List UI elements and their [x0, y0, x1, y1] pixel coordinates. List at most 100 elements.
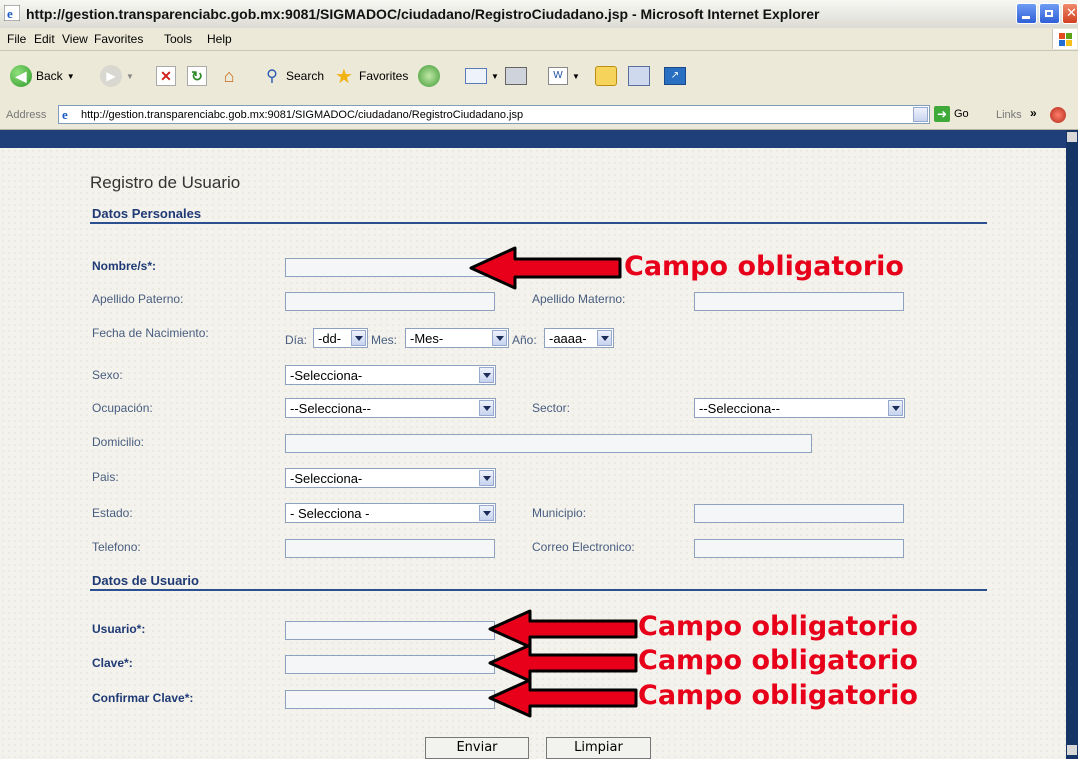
- menu-bar: File Edit View Favorites Tools Help: [0, 28, 1078, 51]
- nombre-input[interactable]: [285, 258, 495, 277]
- estado-label: Estado:: [92, 506, 133, 520]
- pais-select[interactable]: -Selecciona-: [285, 468, 496, 488]
- anio-select[interactable]: -aaaa-: [544, 328, 614, 348]
- telefono-label: Telefono:: [92, 540, 141, 554]
- research-button[interactable]: [628, 63, 650, 89]
- ocupacion-label: Ocupación:: [92, 401, 153, 415]
- dia-select[interactable]: -dd-: [313, 328, 368, 348]
- chevron-down-icon: [492, 330, 507, 346]
- domicilio-input[interactable]: [285, 434, 812, 453]
- menu-help[interactable]: Help: [207, 32, 232, 46]
- back-button[interactable]: ◀ Back ▼: [10, 63, 75, 89]
- domicilio-label: Domicilio:: [92, 435, 145, 449]
- forward-button[interactable]: ▶ ▼: [100, 63, 134, 89]
- red-arrow-icon: [488, 678, 638, 718]
- links-chevron-icon[interactable]: »: [1030, 106, 1037, 120]
- address-dropdown-icon[interactable]: [913, 107, 928, 122]
- messenger-button[interactable]: ↗: [664, 63, 686, 89]
- addon-icon[interactable]: [1050, 107, 1066, 123]
- refresh-icon: ↻: [187, 66, 207, 86]
- back-label: Back: [36, 69, 63, 83]
- mail-button[interactable]: ▼: [465, 63, 499, 89]
- sector-value: --Selecciona--: [699, 401, 780, 416]
- apellido-paterno-input[interactable]: [285, 292, 495, 311]
- section-user-title: Datos de Usuario: [92, 573, 199, 588]
- window-icon: ↗: [664, 67, 686, 85]
- clave-label: Clave*:: [92, 656, 133, 670]
- mes-select[interactable]: -Mes-: [405, 328, 509, 348]
- search-button[interactable]: ⚲ Search: [262, 63, 324, 89]
- scroll-up-icon[interactable]: [1067, 132, 1077, 142]
- sexo-value: -Selecciona-: [290, 368, 363, 383]
- minimize-button[interactable]: [1016, 3, 1037, 24]
- menu-view[interactable]: View: [62, 32, 88, 46]
- telefono-input[interactable]: [285, 539, 495, 558]
- confirmar-clave-label: Confirmar Clave*:: [92, 691, 194, 705]
- stop-button[interactable]: ✕: [156, 63, 176, 89]
- apellido-paterno-label: Apellido Paterno:: [92, 292, 184, 306]
- close-button[interactable]: ✕: [1062, 3, 1078, 24]
- red-arrow-icon: [469, 246, 622, 290]
- clave-input[interactable]: [285, 655, 495, 674]
- fecha-label: Fecha de Nacimiento:: [92, 326, 209, 340]
- form-title: Registro de Usuario: [90, 173, 241, 192]
- forward-arrow-icon: ▶: [100, 65, 122, 87]
- nombre-label: Nombre/s*:: [92, 259, 157, 273]
- enviar-button[interactable]: Enviar: [425, 737, 529, 759]
- links-label[interactable]: Links: [996, 109, 1022, 121]
- required-callout: Campo obligatorio: [638, 645, 918, 676]
- star-icon: ★: [335, 65, 353, 88]
- ocupacion-select[interactable]: --Selecciona--: [285, 398, 496, 418]
- chevron-down-icon: [351, 330, 366, 346]
- restore-button[interactable]: [1039, 3, 1060, 24]
- estado-select[interactable]: - Selecciona -: [285, 503, 496, 523]
- menu-edit[interactable]: Edit: [34, 32, 55, 46]
- section-divider: [90, 222, 987, 224]
- menu-file[interactable]: File: [7, 32, 26, 46]
- history-button[interactable]: [418, 63, 440, 89]
- sexo-select[interactable]: -Selecciona-: [285, 365, 496, 385]
- correo-input[interactable]: [694, 539, 904, 558]
- municipio-input[interactable]: [694, 504, 904, 523]
- go-label: Go: [954, 108, 969, 120]
- address-label: Address: [6, 109, 47, 121]
- toolbar: ◀ Back ▼ ▶ ▼ ✕ ↻ ⌂ ⚲ Search ★ Favorites ▼ …: [0, 51, 1078, 102]
- red-arrow-icon: [488, 643, 638, 683]
- chevron-down-icon: [479, 470, 494, 486]
- vertical-scrollbar[interactable]: [1066, 130, 1078, 759]
- search-icon: ⚲: [266, 68, 278, 85]
- sector-label: Sector:: [532, 401, 571, 415]
- chevron-down-icon: [888, 400, 903, 416]
- address-bar: Address e http://gestion.transparenciabc…: [0, 101, 1078, 130]
- section-personal-title: Datos Personales: [92, 206, 202, 221]
- usuario-input[interactable]: [285, 621, 495, 640]
- favorites-label: Favorites: [359, 69, 409, 83]
- svg-text:e: e: [7, 6, 13, 21]
- go-button[interactable]: ➜ Go: [934, 106, 969, 122]
- apellido-materno-input[interactable]: [694, 292, 904, 311]
- print-button[interactable]: [505, 63, 527, 89]
- discuss-button[interactable]: [595, 63, 617, 89]
- word-icon: W: [548, 67, 568, 85]
- favorites-button[interactable]: ★ Favorites: [333, 63, 408, 89]
- edit-button[interactable]: W ▼: [548, 63, 580, 89]
- municipio-label: Municipio:: [532, 506, 587, 520]
- scroll-down-icon[interactable]: [1067, 745, 1077, 755]
- menu-tools[interactable]: Tools: [164, 32, 192, 46]
- chevron-down-icon: [479, 367, 494, 383]
- section-divider: [90, 589, 987, 591]
- windows-logo-icon: [1052, 29, 1077, 49]
- refresh-button[interactable]: ↻: [187, 63, 207, 89]
- menu-favorites[interactable]: Favorites: [94, 32, 143, 46]
- mail-icon: [465, 68, 487, 84]
- sector-select[interactable]: --Selecciona--: [694, 398, 905, 418]
- dia-value: -dd-: [318, 331, 342, 346]
- address-input[interactable]: e http://gestion.transparenciabc.gob.mx:…: [58, 105, 930, 124]
- chevron-down-icon: [597, 330, 612, 346]
- pais-value: -Selecciona-: [290, 471, 363, 486]
- confirmar-clave-input[interactable]: [285, 690, 495, 709]
- limpiar-button[interactable]: Limpiar: [546, 737, 651, 759]
- ocupacion-value: --Selecciona--: [290, 401, 371, 416]
- home-button[interactable]: ⌂: [218, 63, 240, 89]
- chevron-down-icon: [479, 505, 494, 521]
